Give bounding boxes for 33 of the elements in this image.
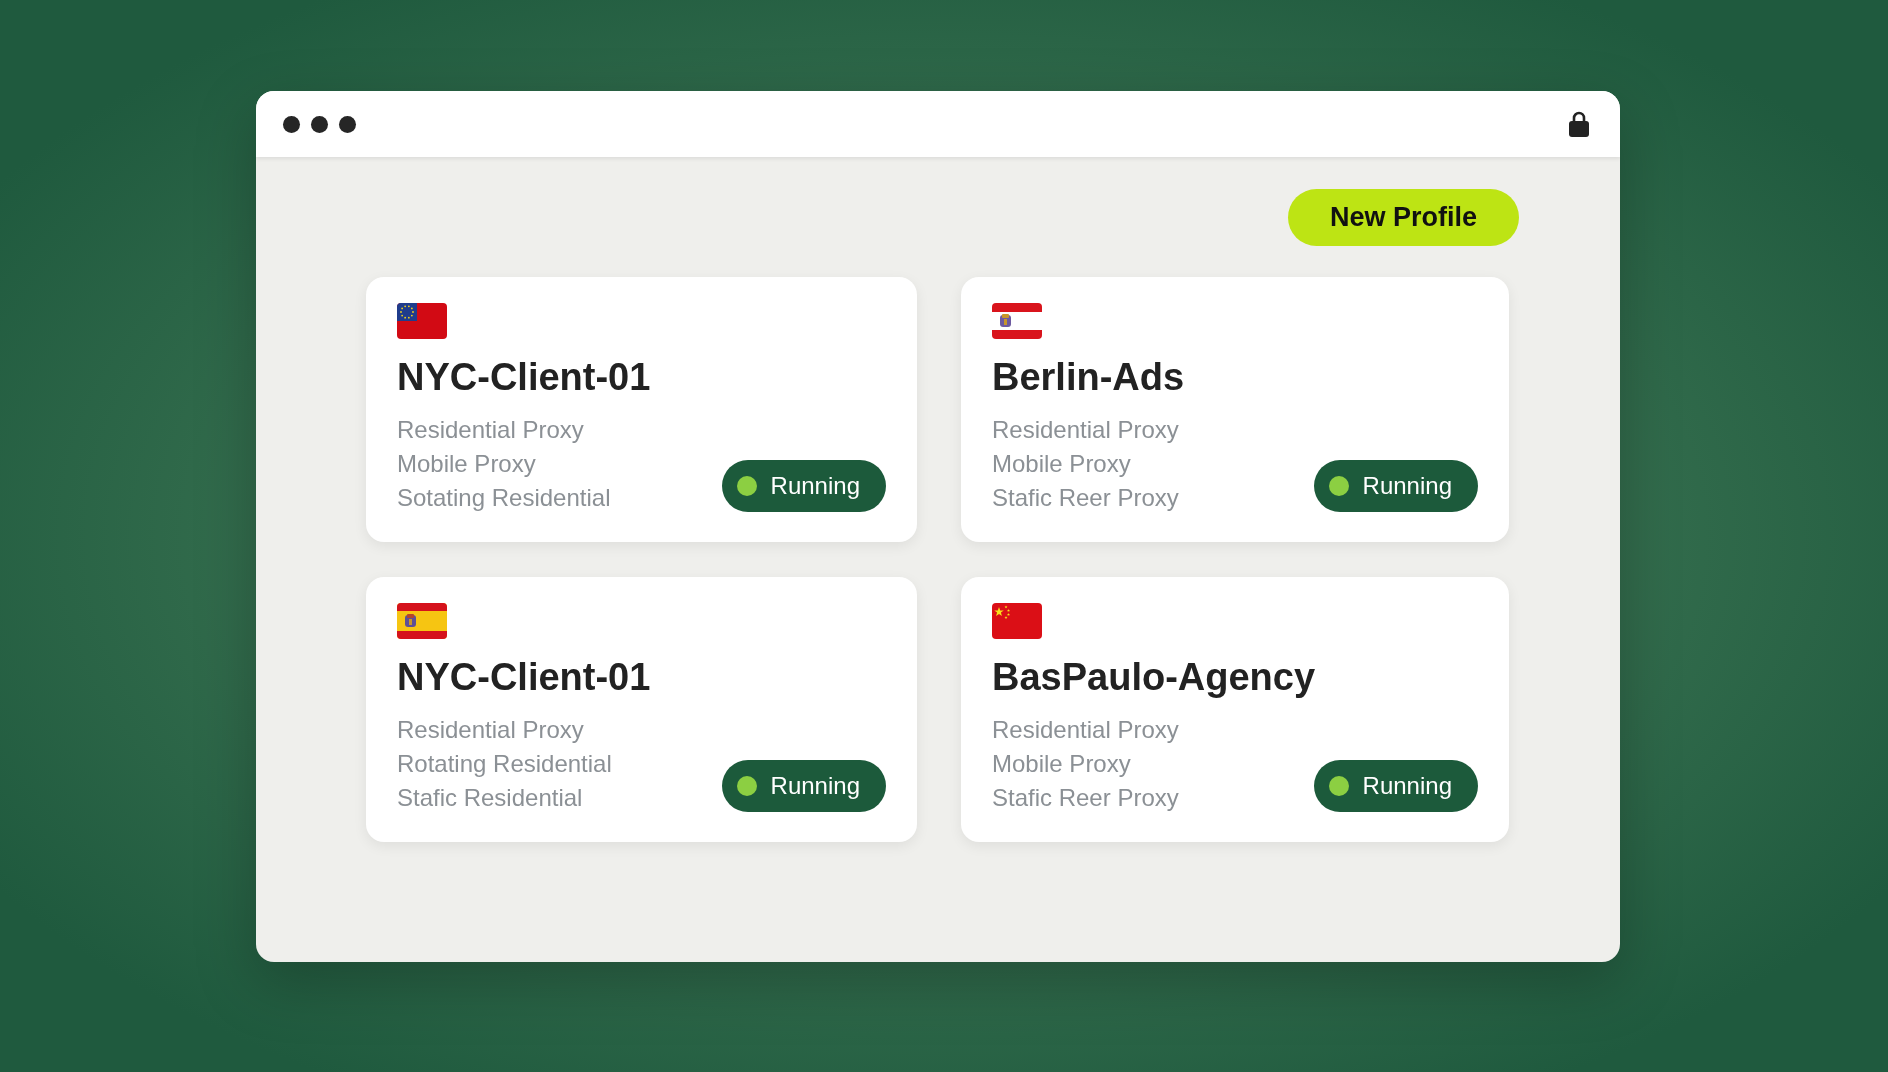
status-dot-icon	[1328, 776, 1349, 796]
status-label: Running	[1362, 472, 1452, 500]
status-dot-icon	[736, 776, 757, 796]
proxy-type-text: Residential Proxy	[992, 715, 1179, 745]
proxy-type-text: Stafic Reer Proxy	[992, 783, 1179, 813]
profile-name: NYC-Client-01	[397, 655, 651, 700]
status-dot-icon	[736, 476, 757, 496]
proxy-type-text: Residential Proxy	[397, 415, 585, 445]
flag-icon	[992, 303, 1042, 339]
flag-icon	[397, 603, 447, 639]
proxy-type-text: Stafic Residential	[397, 783, 584, 813]
window-dot-icon[interactable]	[283, 115, 300, 133]
proxy-type-text: Residential Proxy	[992, 415, 1179, 445]
status-dot-icon	[1328, 476, 1349, 496]
window-dot-icon[interactable]	[339, 115, 356, 133]
proxy-type-text: Stafic Reer Proxy	[992, 483, 1179, 513]
profile-name: Berlin-Ads	[992, 355, 1185, 400]
profile-name: BasPaulo-Agency	[992, 655, 1316, 700]
window-dot-icon[interactable]	[311, 115, 328, 133]
new-profile-button[interactable]: New Profile	[1288, 189, 1519, 246]
proxy-type-text: Sotating Residential	[397, 483, 611, 513]
lock-icon	[1569, 111, 1589, 137]
flag-icon	[397, 303, 447, 339]
profile-name: NYC-Client-01	[397, 355, 651, 400]
flag-icon	[992, 603, 1042, 639]
proxy-type-text: Mobile Proxy	[992, 449, 1132, 479]
proxy-type-text: Mobile Proxy	[397, 449, 537, 479]
status-label: Running	[1362, 772, 1452, 800]
proxy-type-text: Rotating Residential	[397, 749, 612, 779]
status-label: Running	[770, 472, 860, 500]
status-label: Running	[770, 772, 860, 800]
proxy-type-text: Mobile Proxy	[992, 749, 1132, 779]
proxy-type-text: Residential Proxy	[397, 715, 585, 745]
